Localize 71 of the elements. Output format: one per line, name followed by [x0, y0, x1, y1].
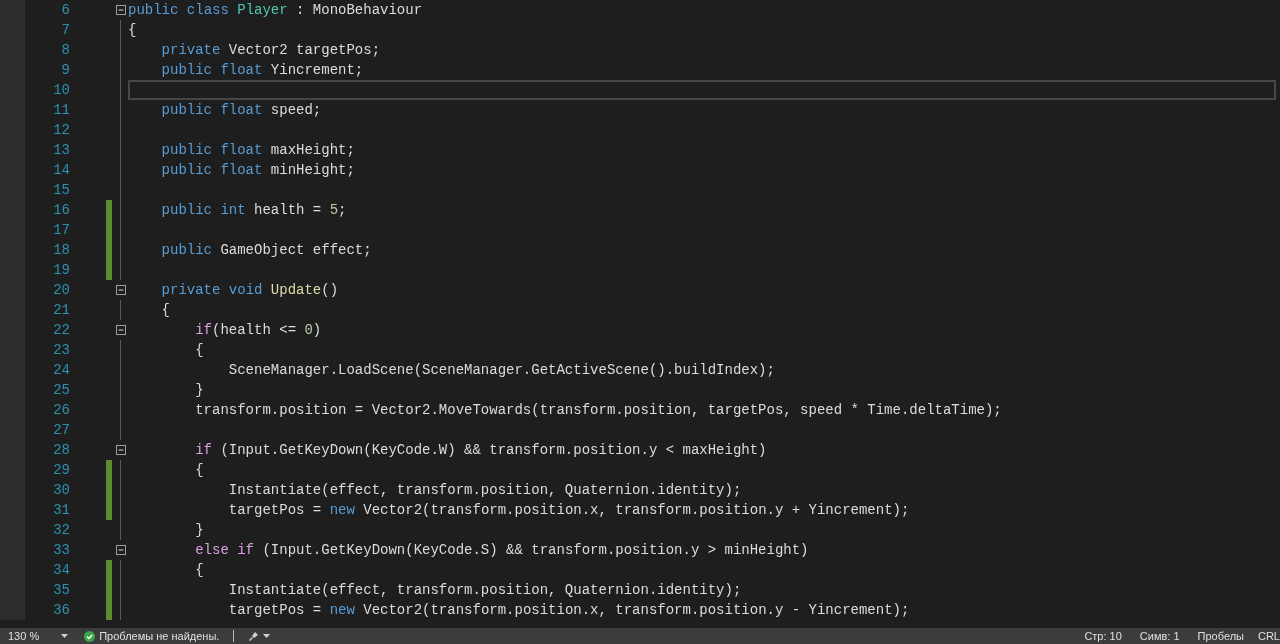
collapse-icon[interactable] [115, 445, 126, 455]
code-line: public float minHeight; [160, 161, 355, 180]
whitespace-mode[interactable]: Пробелы [1197, 629, 1244, 643]
line-number: 12 [53, 121, 70, 140]
check-circle-icon [84, 630, 96, 642]
line-number: 8 [61, 41, 70, 60]
line-number: 7 [61, 21, 70, 40]
code-line: Instantiate(effect, transform.position, Quaternion.identity); [227, 481, 742, 500]
problems-status[interactable]: Проблемы не найдены. [99, 629, 220, 643]
collapse-icon[interactable] [115, 325, 126, 335]
code-line: } [194, 381, 204, 400]
code-line: if (Input.GetKeyDown(KeyCode.W) && transform.position.y < maxHeight) [194, 441, 767, 460]
code-line: public class Player : MonoBehaviour [128, 1, 423, 20]
line-number: 10 [53, 81, 70, 100]
line-number: 14 [53, 161, 70, 180]
code-line: { [194, 461, 204, 480]
line-number: 19 [53, 261, 70, 280]
line-ending[interactable]: CRL [1258, 629, 1280, 643]
code-line: public float maxHeight; [160, 141, 355, 160]
code-line: { [194, 341, 204, 360]
line-number: 34 [53, 561, 70, 580]
brush-icon [248, 630, 260, 642]
line-number: 20 [53, 281, 70, 300]
code-line: { [128, 21, 137, 40]
code-line: public float Yincrement; [160, 61, 364, 80]
collapse-icon[interactable] [115, 545, 126, 555]
code-line: if(health <= 0) [194, 321, 322, 340]
line-number: 22 [53, 321, 70, 340]
line-number: 28 [53, 441, 70, 460]
code-line: public int health = 5; [160, 201, 347, 220]
code-line: Instantiate(effect, transform.position, Quaternion.identity); [227, 581, 742, 600]
line-number: 15 [53, 181, 70, 200]
code-line: targetPos = new Vector2(transform.position.x, transform.position.y + Yincrement); [227, 501, 910, 520]
line-number: 16 [53, 201, 70, 220]
line-number: 24 [53, 361, 70, 380]
line-number: 26 [53, 401, 70, 420]
line-number: 29 [53, 461, 70, 480]
line-number: 18 [53, 241, 70, 260]
collapse-icon[interactable] [115, 285, 126, 295]
caret-icon [263, 634, 271, 638]
line-number: 21 [53, 301, 70, 320]
line-number: 31 [53, 501, 70, 520]
code-line: transform.position = Vector2.MoveTowards(transform.position, targetPos, speed * Time.deltaTime); [194, 401, 1002, 420]
line-number: 11 [53, 101, 70, 120]
code-line: SceneManager.LoadScene(SceneManager.GetActiveScene().buildIndex); [227, 361, 775, 380]
code-line: private Vector2 targetPos; [160, 41, 381, 60]
line-number: 35 [53, 581, 70, 600]
code-line: public GameObject effect; [160, 241, 372, 260]
line-number: 32 [53, 521, 70, 540]
line-number: 6 [61, 1, 70, 20]
line-number: 13 [53, 141, 70, 160]
line-number: 17 [53, 221, 70, 240]
code-line: { [160, 301, 170, 320]
zoom-dropdown[interactable]: 130 % [0, 628, 77, 644]
code-line: else if (Input.GetKeyDown(KeyCode.S) && transform.position.y > minHeight) [194, 541, 809, 560]
line-number: 33 [53, 541, 70, 560]
column-position[interactable]: Симв: 1 [1139, 629, 1180, 643]
code-line: private void Update() [160, 281, 339, 300]
code-line: targetPos = new Vector2(transform.position.x, transform.position.y - Yincrement); [227, 601, 910, 620]
code-line: { [194, 561, 204, 580]
line-number: 23 [53, 341, 70, 360]
line-number: 36 [53, 601, 70, 620]
line-number: 27 [53, 421, 70, 440]
code-line: } [194, 521, 204, 540]
caret-icon [61, 634, 69, 638]
code-line: public float speed; [160, 101, 322, 120]
line-number: 9 [61, 61, 70, 80]
line-position[interactable]: Стр: 10 [1084, 629, 1122, 643]
line-number: 30 [53, 481, 70, 500]
line-number: 25 [53, 381, 70, 400]
collapse-icon[interactable] [115, 5, 126, 15]
